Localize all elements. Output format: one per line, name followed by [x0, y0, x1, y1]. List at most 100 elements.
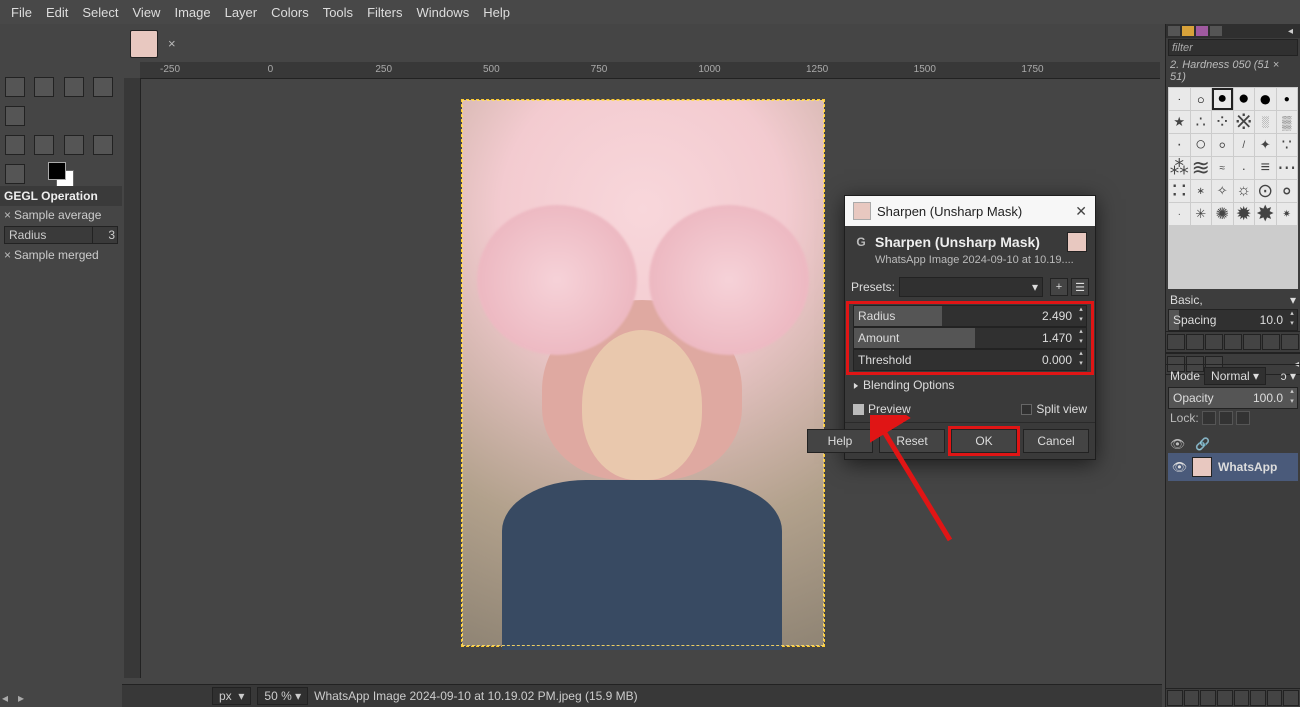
brush-cell[interactable]: ⁘: [1212, 111, 1233, 133]
tool-transform[interactable]: [5, 106, 25, 126]
layer-new-icon[interactable]: [1167, 690, 1183, 706]
tool-bucket[interactable]: [34, 135, 54, 155]
dialog-titlebar[interactable]: Sharpen (Unsharp Mask) ✕: [845, 196, 1095, 226]
image-tab-thumbnail[interactable]: [130, 30, 158, 58]
tool-eraser[interactable]: [5, 164, 25, 184]
brush-cell[interactable]: ∙: [1169, 203, 1190, 225]
brush-cell[interactable]: ⁂: [1169, 157, 1190, 179]
brush-cell[interactable]: ∗: [1191, 180, 1212, 202]
brush-cell[interactable]: ✸: [1255, 203, 1276, 225]
brush-cell[interactable]: ≈: [1212, 157, 1233, 179]
tool-select-free[interactable]: [34, 77, 54, 97]
preset-add-button[interactable]: +: [1050, 278, 1068, 296]
menu-layer[interactable]: Layer: [218, 5, 265, 20]
brush-cell[interactable]: ≋: [1191, 157, 1212, 179]
brush-refresh-icon[interactable]: [1243, 334, 1261, 350]
brush-del-icon[interactable]: [1224, 334, 1242, 350]
menu-filters[interactable]: Filters: [360, 5, 409, 20]
layer-up-icon[interactable]: [1200, 690, 1216, 706]
fg-color[interactable]: [48, 162, 66, 180]
dock-arrows[interactable]: ◂ ▸: [2, 691, 24, 705]
mode-switch-icon[interactable]: ͻ ▾: [1281, 369, 1296, 383]
dock-tabs[interactable]: ◂: [1166, 24, 1300, 38]
menu-colors[interactable]: Colors: [264, 5, 316, 20]
tool-gradient[interactable]: [64, 135, 84, 155]
brush-cell[interactable]: ·: [1234, 157, 1255, 179]
spin-down-icon[interactable]: ▾: [1076, 360, 1086, 370]
brush-cell[interactable]: ✦: [1255, 134, 1276, 156]
cancel-button[interactable]: Cancel: [1023, 429, 1089, 453]
brush-filter-input[interactable]: filter: [1168, 39, 1298, 56]
brush-cell[interactable]: /: [1234, 134, 1255, 156]
tool-select-fuzzy[interactable]: [64, 77, 84, 97]
unit-select[interactable]: px ▾: [212, 687, 251, 705]
brush-menu-icon[interactable]: [1281, 334, 1299, 350]
blending-options[interactable]: ▸Blending Options: [845, 374, 1095, 396]
layer-name[interactable]: WhatsApp: [1218, 460, 1277, 474]
arrow-left-icon[interactable]: ◂: [2, 691, 8, 705]
brush-grid[interactable]: ·○●●●●★∴⁘※░▒·○◦/✦∵⁂≋≈·≡⋯∷∗✧☼⊙∘∙✳✺✹✸✷: [1168, 87, 1298, 289]
tab-4[interactable]: [1210, 26, 1222, 36]
canvas-image[interactable]: [462, 100, 824, 646]
ok-button[interactable]: OK: [951, 429, 1017, 453]
brush-cell[interactable]: ✹: [1234, 203, 1255, 225]
preview-checkbox[interactable]: [853, 404, 864, 415]
lock-pixels-icon[interactable]: [1202, 411, 1216, 425]
param-amount[interactable]: Amount 1.470 ▴▾: [853, 327, 1087, 349]
menu-file[interactable]: File: [4, 5, 39, 20]
brush-cell[interactable]: ∷: [1169, 180, 1190, 202]
brush-cell[interactable]: ●: [1212, 88, 1233, 110]
menu-tools[interactable]: Tools: [316, 5, 360, 20]
spin-down-icon[interactable]: ▾: [1076, 338, 1086, 348]
brush-cell[interactable]: ●: [1277, 88, 1298, 110]
param-radius[interactable]: Radius 2.490 ▴▾: [853, 305, 1087, 327]
preset-manage-button[interactable]: ☰: [1071, 278, 1089, 296]
layer-down-icon[interactable]: [1217, 690, 1233, 706]
spin-up-icon[interactable]: ▴: [1076, 350, 1086, 360]
param-threshold[interactable]: Threshold 0.000 ▴▾: [853, 349, 1087, 371]
layer-mask-icon[interactable]: [1267, 690, 1283, 706]
spin-up-icon[interactable]: ▴: [1076, 306, 1086, 316]
brush-dup-icon[interactable]: [1205, 334, 1223, 350]
brush-cell[interactable]: ∵: [1277, 134, 1298, 156]
layer-delete-icon[interactable]: [1283, 690, 1299, 706]
layer-opacity[interactable]: Opacity 100.0 ▴▾: [1168, 387, 1298, 409]
layer-merge-icon[interactable]: [1250, 690, 1266, 706]
mode-select[interactable]: Normal ▾: [1204, 367, 1266, 385]
brush-cell[interactable]: ⊙: [1255, 180, 1276, 202]
menu-windows[interactable]: Windows: [409, 5, 476, 20]
brush-cell[interactable]: ●: [1234, 88, 1255, 110]
tool-pencil[interactable]: [93, 135, 113, 155]
brush-spacing[interactable]: Spacing 10.0 ▴▾: [1168, 309, 1298, 331]
layer-dup-icon[interactable]: [1234, 690, 1250, 706]
brush-cell[interactable]: ☼: [1234, 180, 1255, 202]
brush-cell[interactable]: ·: [1169, 134, 1190, 156]
brush-new-icon[interactable]: [1186, 334, 1204, 350]
splitview-checkbox[interactable]: [1021, 404, 1032, 415]
presets-select[interactable]: ▾: [899, 277, 1043, 297]
brush-cell[interactable]: ▒: [1277, 111, 1298, 133]
menu-help[interactable]: Help: [476, 5, 517, 20]
tab-3[interactable]: [1196, 26, 1208, 36]
zoom-select[interactable]: 50 % ▾: [257, 687, 308, 705]
brush-cell[interactable]: ∘: [1277, 180, 1298, 202]
brush-cell[interactable]: ※: [1234, 111, 1255, 133]
brush-cell[interactable]: ░: [1255, 111, 1276, 133]
brush-cell[interactable]: ✳: [1191, 203, 1212, 225]
tool-crop[interactable]: [93, 77, 113, 97]
brush-open-icon[interactable]: [1262, 334, 1280, 350]
chevron-down-icon[interactable]: ▾: [1290, 293, 1296, 307]
tool-move[interactable]: [5, 135, 25, 155]
opt-sample-merged[interactable]: ×Sample merged: [0, 246, 122, 264]
brush-actions[interactable]: [1166, 331, 1300, 353]
brush-cell[interactable]: ·: [1169, 88, 1190, 110]
brush-cell[interactable]: ○: [1191, 134, 1212, 156]
menu-select[interactable]: Select: [75, 5, 125, 20]
brush-cell[interactable]: ●: [1255, 88, 1276, 110]
brush-cell[interactable]: ∴: [1191, 111, 1212, 133]
lock-position-icon[interactable]: [1219, 411, 1233, 425]
spin-up-icon[interactable]: ▴: [1076, 328, 1086, 338]
brush-cell[interactable]: ≡: [1255, 157, 1276, 179]
tab-1[interactable]: [1168, 26, 1180, 36]
brush-edit-icon[interactable]: [1167, 334, 1185, 350]
